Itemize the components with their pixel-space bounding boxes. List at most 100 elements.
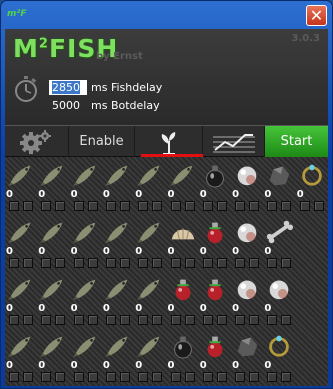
item-count: 0 <box>264 360 272 371</box>
header-panel: M2FISH by Ernst 3.0.3 2850 ms Fishdelay … <box>5 29 328 125</box>
start-button[interactable]: Start <box>265 126 328 157</box>
drop-checkbox[interactable] <box>249 201 260 211</box>
item-count: 0 <box>102 303 110 314</box>
keep-checkbox[interactable] <box>41 372 52 382</box>
drop-checkbox[interactable] <box>313 201 324 211</box>
drop-checkbox[interactable] <box>216 258 227 268</box>
drop-checkbox[interactable] <box>23 315 33 325</box>
keep-checkbox[interactable] <box>170 315 181 325</box>
drop-checkbox[interactable] <box>87 258 98 268</box>
botdelay-input[interactable]: 5000 <box>49 98 87 113</box>
item-count: 0 <box>102 246 110 257</box>
keep-checkbox[interactable] <box>267 315 278 325</box>
potion-icon <box>207 279 223 301</box>
keep-checkbox[interactable] <box>41 258 52 268</box>
keep-checkbox[interactable] <box>73 372 84 382</box>
drop-checkbox[interactable] <box>152 258 163 268</box>
keep-checkbox[interactable] <box>138 372 149 382</box>
item-cell: 0 <box>167 271 199 328</box>
drop-checkbox[interactable] <box>119 258 130 268</box>
drop-checkbox[interactable] <box>281 315 292 325</box>
drop-checkbox[interactable] <box>184 372 195 382</box>
keep-checkbox[interactable] <box>267 258 278 268</box>
drop-checkbox[interactable] <box>152 372 163 382</box>
keep-checkbox[interactable] <box>41 315 52 325</box>
keep-checkbox[interactable] <box>105 315 116 325</box>
drop-checkbox[interactable] <box>216 201 227 211</box>
keep-checkbox[interactable] <box>202 315 213 325</box>
keep-checkbox[interactable] <box>73 201 84 211</box>
keep-checkbox[interactable] <box>170 258 181 268</box>
drop-checkbox[interactable] <box>23 258 33 268</box>
keep-checkbox[interactable] <box>105 258 116 268</box>
drop-checkbox[interactable] <box>216 372 227 382</box>
drop-checkbox[interactable] <box>23 201 33 211</box>
drop-checkbox[interactable] <box>55 372 66 382</box>
drop-checkbox[interactable] <box>249 315 260 325</box>
item-cell: 0 <box>70 214 102 271</box>
drop-checkbox[interactable] <box>281 201 292 211</box>
drop-checkbox[interactable] <box>184 258 195 268</box>
keep-checkbox[interactable] <box>138 315 149 325</box>
keep-checkbox[interactable] <box>170 201 181 211</box>
tab-plant[interactable] <box>135 126 203 157</box>
keep-checkbox[interactable] <box>138 258 149 268</box>
drop-checkbox[interactable] <box>184 315 195 325</box>
tab-chart[interactable] <box>203 126 265 157</box>
fish-icon <box>137 222 160 244</box>
drop-checkbox[interactable] <box>55 315 66 325</box>
drop-checkbox[interactable] <box>119 315 130 325</box>
keep-checkbox[interactable] <box>73 315 84 325</box>
fish-icon <box>7 165 31 187</box>
item-cell: 0 <box>37 271 69 328</box>
drop-checkbox[interactable] <box>249 258 260 268</box>
pearl-icon <box>237 223 257 243</box>
keep-checkbox[interactable] <box>9 201 19 211</box>
keep-checkbox[interactable] <box>9 315 19 325</box>
drop-checkbox[interactable] <box>152 315 163 325</box>
keep-checkbox[interactable] <box>267 201 278 211</box>
item-count: 0 <box>70 303 78 314</box>
drop-checkbox[interactable] <box>184 201 195 211</box>
keep-checkbox[interactable] <box>202 258 213 268</box>
keep-checkbox[interactable] <box>105 201 116 211</box>
fishdelay-input[interactable]: 2850 <box>49 79 87 95</box>
title-bar[interactable]: m²F ✕ <box>1 1 332 29</box>
drop-checkbox[interactable] <box>87 315 98 325</box>
keep-checkbox[interactable] <box>9 258 19 268</box>
drop-checkbox[interactable] <box>87 201 98 211</box>
keep-checkbox[interactable] <box>170 372 181 382</box>
drop-checkbox[interactable] <box>55 201 66 211</box>
drop-checkbox[interactable] <box>249 372 260 382</box>
drop-checkbox[interactable] <box>119 372 130 382</box>
keep-checkbox[interactable] <box>9 372 19 382</box>
drop-checkbox[interactable] <box>23 372 33 382</box>
keep-checkbox[interactable] <box>235 315 246 325</box>
item-cell: 0 <box>167 157 199 214</box>
close-button[interactable]: ✕ <box>306 5 327 26</box>
keep-checkbox[interactable] <box>105 372 116 382</box>
drop-checkbox[interactable] <box>55 258 66 268</box>
keep-checkbox[interactable] <box>235 372 246 382</box>
keep-checkbox[interactable] <box>41 201 52 211</box>
drop-checkbox[interactable] <box>87 372 98 382</box>
settings-button[interactable] <box>5 126 69 157</box>
drop-checkbox[interactable] <box>281 372 292 382</box>
keep-checkbox[interactable] <box>235 258 246 268</box>
fish-icon <box>169 165 192 187</box>
drop-checkbox[interactable] <box>281 258 292 268</box>
keep-checkbox[interactable] <box>267 372 278 382</box>
enable-button[interactable]: Enable <box>69 126 135 157</box>
drop-checkbox[interactable] <box>152 201 163 211</box>
keep-checkbox[interactable] <box>73 258 84 268</box>
keep-checkbox[interactable] <box>299 201 310 211</box>
keep-checkbox[interactable] <box>202 201 213 211</box>
keep-checkbox[interactable] <box>138 201 149 211</box>
keep-checkbox[interactable] <box>235 201 246 211</box>
drop-checkbox[interactable] <box>119 201 130 211</box>
item-count: 0 <box>199 246 207 257</box>
item-count: 0 <box>167 246 175 257</box>
keep-checkbox[interactable] <box>202 372 213 382</box>
drop-checkbox[interactable] <box>216 315 227 325</box>
item-count: 0 <box>199 360 207 371</box>
